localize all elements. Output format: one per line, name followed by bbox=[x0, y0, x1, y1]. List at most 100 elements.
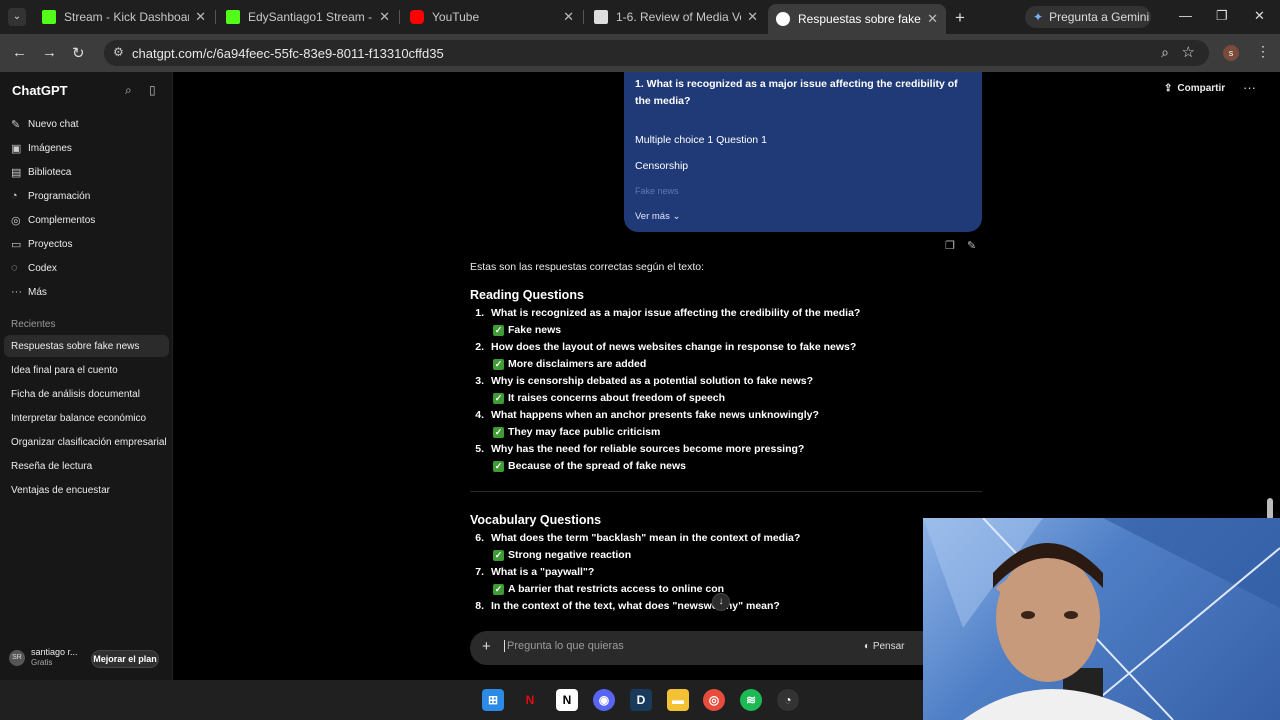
sidebar-item-programming[interactable]: ◔ Programación bbox=[11, 186, 161, 206]
sidebar-item-more[interactable]: ··· Más bbox=[11, 282, 161, 302]
url-bar[interactable]: ⚙ chatgpt.com/c/6a94feec-55fc-83e9-8011-… bbox=[104, 40, 1209, 66]
user-plan: Gratis bbox=[31, 658, 53, 667]
plus-icon[interactable]: + bbox=[482, 638, 491, 655]
tab-title: Stream - Kick Dashboard bbox=[64, 10, 190, 24]
user-account[interactable]: SR santiago r... Gratis bbox=[9, 647, 78, 668]
app-icon[interactable]: ◔ bbox=[777, 689, 799, 711]
code-icon: ◔ bbox=[11, 190, 18, 202]
netflix-icon[interactable]: N bbox=[519, 689, 541, 711]
notion-icon[interactable]: N bbox=[556, 689, 578, 711]
question-text: How does the layout of news websites cha… bbox=[491, 341, 857, 353]
share-icon: ⇪ bbox=[1164, 83, 1173, 94]
toggle-sidebar-icon[interactable]: ▯ bbox=[149, 83, 156, 97]
site-settings-icon[interactable]: ⚙ bbox=[113, 45, 124, 59]
recent-chat-item[interactable]: Respuestas sobre fake news bbox=[4, 335, 169, 357]
share-button[interactable]: ⇪ Compartir bbox=[1164, 83, 1225, 94]
sidebar-item-plugins[interactable]: ◎ Complementos bbox=[11, 210, 161, 230]
close-tab-icon[interactable]: ✕ bbox=[379, 9, 390, 25]
chrome-icon[interactable]: ◎ bbox=[703, 689, 725, 711]
back-icon[interactable]: ← bbox=[12, 44, 27, 61]
answer-text: Fake news bbox=[508, 324, 562, 336]
recent-chat-item[interactable]: Reseña de lectura bbox=[4, 455, 169, 477]
tab-kick-dashboard[interactable]: Stream - Kick Dashboard ✕ bbox=[34, 4, 214, 30]
reading-heading: Reading Questions bbox=[470, 288, 584, 302]
check-icon: ✓ bbox=[493, 392, 504, 404]
minimize-icon[interactable]: — bbox=[1179, 8, 1192, 23]
think-button[interactable]: ◐ Pensar bbox=[864, 641, 905, 652]
see-more-button[interactable]: Ver más ⌄ bbox=[635, 211, 680, 222]
tab-title: YouTube bbox=[432, 10, 480, 24]
user-message-line: Fake news bbox=[635, 186, 679, 196]
windows-start-icon[interactable]: ⊞ bbox=[482, 689, 504, 711]
recent-chat-item[interactable]: Ficha de análisis documental bbox=[4, 383, 169, 405]
list-item: 6. What does the term "backlash" mean in … bbox=[470, 532, 982, 561]
tab-search-button[interactable]: ⌄ bbox=[8, 8, 26, 26]
restore-icon[interactable]: ❐ bbox=[1216, 8, 1228, 24]
question-number: 1. bbox=[475, 307, 484, 319]
sidebar-item-label: Proyectos bbox=[28, 238, 73, 250]
recent-chat-item[interactable]: Organizar clasificación empresarial bbox=[4, 431, 169, 453]
tab-chatgpt[interactable]: Respuestas sobre fake news ✕ bbox=[768, 4, 946, 34]
bookmark-star-icon[interactable]: ☆ bbox=[1182, 43, 1195, 61]
prompt-input[interactable]: Pregunta lo que quieras bbox=[504, 640, 624, 652]
tab-title: EdySantiago1 Stream - Watc bbox=[248, 10, 373, 24]
question-text: What does the term "backlash" mean in th… bbox=[491, 532, 801, 544]
recent-chat-item[interactable]: Interpretar balance económico bbox=[4, 407, 169, 429]
sidebar-item-library[interactable]: ▤ Biblioteca bbox=[11, 162, 161, 182]
edit-message-icon[interactable]: ✎ bbox=[967, 239, 976, 252]
file-explorer-icon[interactable]: ▬ bbox=[667, 689, 689, 711]
reload-icon[interactable]: ↻ bbox=[72, 44, 85, 62]
plugin-icon: ◎ bbox=[11, 214, 21, 227]
check-icon: ✓ bbox=[493, 460, 504, 472]
upgrade-plan-button[interactable]: Mejorar el plan bbox=[91, 650, 159, 668]
disney-plus-icon[interactable]: D bbox=[630, 689, 652, 711]
sidebar-item-new-chat[interactable]: ✎ Nuevo chat bbox=[11, 114, 161, 134]
scroll-down-button[interactable]: ↓ bbox=[712, 593, 730, 611]
vocab-heading: Vocabulary Questions bbox=[470, 513, 602, 527]
recent-chat-item[interactable]: Idea final para el cuento bbox=[4, 359, 169, 381]
user-message-bubble: 1. What is recognized as a major issue a… bbox=[624, 72, 982, 232]
kick-icon bbox=[226, 10, 240, 24]
zoom-icon[interactable]: ⌕ bbox=[1161, 44, 1169, 61]
new-tab-button[interactable]: + bbox=[955, 8, 965, 28]
list-item: 5. Why has the need for reliable sources … bbox=[470, 443, 982, 472]
question-number: 3. bbox=[475, 375, 484, 387]
close-tab-icon[interactable]: ✕ bbox=[563, 9, 574, 25]
divider bbox=[470, 491, 982, 492]
sidebar-item-label: Biblioteca bbox=[28, 166, 72, 178]
recents-heading: Recientes bbox=[11, 319, 56, 330]
question-number: 5. bbox=[475, 443, 484, 455]
scrollbar-thumb[interactable] bbox=[1267, 498, 1273, 520]
sidebar-item-projects[interactable]: ▭ Proyectos bbox=[11, 234, 161, 254]
chevron-down-icon: ⌄ bbox=[672, 211, 681, 222]
discord-icon[interactable]: ◉ bbox=[593, 689, 615, 711]
close-tab-icon[interactable]: ✕ bbox=[195, 9, 206, 25]
tab-review-media[interactable]: 1-6. Review of Media Vocab ✕ bbox=[586, 4, 766, 30]
question-text: What is a "paywall"? bbox=[491, 566, 595, 578]
recent-chat-item[interactable]: Ventajas de encuestar bbox=[4, 479, 169, 501]
spotify-icon[interactable]: ≋ bbox=[740, 689, 762, 711]
library-icon: ▤ bbox=[11, 166, 22, 179]
close-window-icon[interactable]: ✕ bbox=[1254, 8, 1265, 24]
sidebar-item-codex[interactable]: ◌ Codex bbox=[11, 258, 161, 278]
sidebar-item-images[interactable]: ▣ Imágenes bbox=[11, 138, 161, 158]
tab-kick-stream[interactable]: EdySantiago1 Stream - Watc ✕ bbox=[218, 4, 398, 30]
browser-menu-icon[interactable]: ⋮ bbox=[1256, 43, 1270, 60]
search-icon[interactable]: ⌕ bbox=[125, 83, 132, 98]
chatgpt-logo[interactable]: ChatGPT bbox=[12, 83, 68, 98]
question-text: Why is censorship debated as a potential… bbox=[491, 375, 814, 387]
question-text: What is recognized as a major issue affe… bbox=[491, 307, 861, 319]
more-options-icon[interactable]: ··· bbox=[1243, 80, 1256, 95]
list-item: 4. What happens when an anchor presents f… bbox=[470, 409, 982, 438]
gemini-label: Pregunta a Gemini bbox=[1049, 10, 1150, 24]
close-tab-icon[interactable]: ✕ bbox=[747, 9, 758, 25]
profile-avatar[interactable]: s bbox=[1223, 45, 1239, 61]
user-name: santiago r... bbox=[31, 647, 78, 657]
gemini-button[interactable]: ✦ Pregunta a Gemini bbox=[1025, 6, 1151, 28]
tab-youtube[interactable]: YouTube ✕ bbox=[402, 4, 582, 30]
share-label: Compartir bbox=[1177, 83, 1226, 94]
copy-icon[interactable]: ❐ bbox=[945, 239, 955, 252]
close-tab-icon[interactable]: ✕ bbox=[927, 11, 938, 27]
forward-icon[interactable]: → bbox=[42, 44, 57, 61]
question-number: 8. bbox=[475, 600, 484, 612]
